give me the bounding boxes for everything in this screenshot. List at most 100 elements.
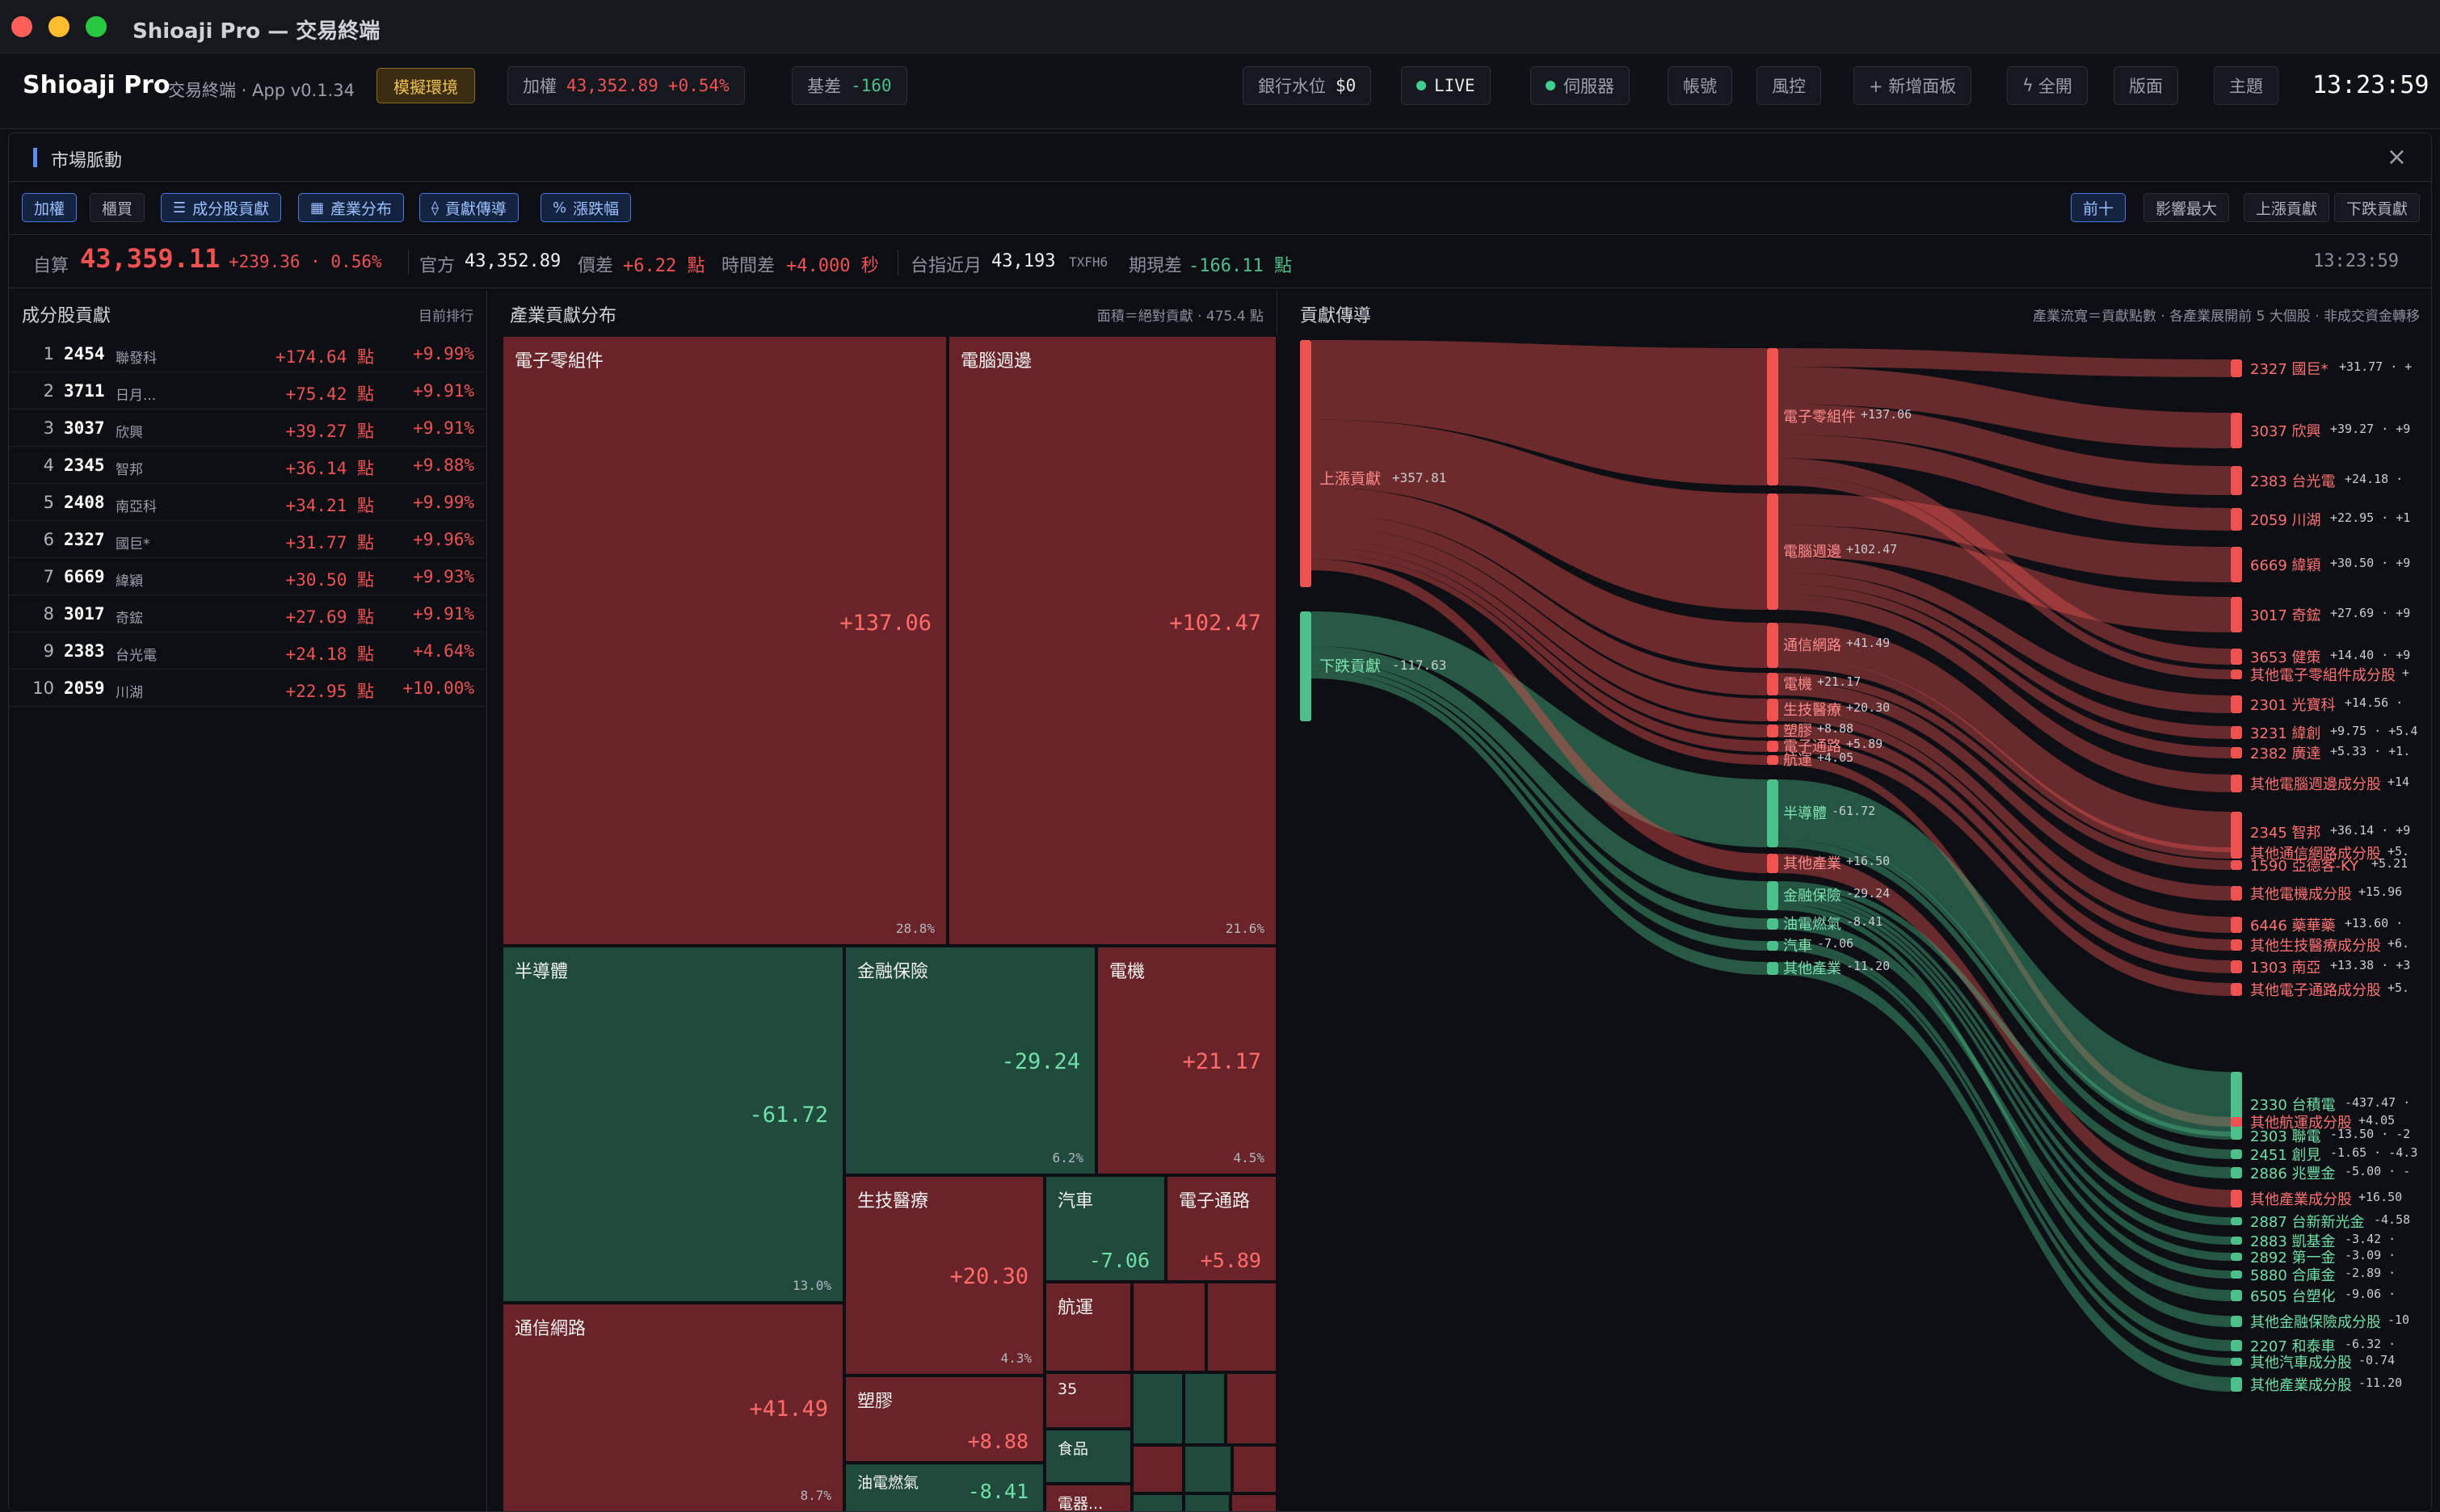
treemap-tile[interactable]: 食品 [1045,1429,1132,1484]
flow-stock-node[interactable] [2231,886,2242,901]
treemap-tile-small[interactable] [1132,1445,1184,1493]
add-panel-button[interactable]: + 新增面板 [1853,66,1972,105]
treemap-tile[interactable]: 塑膠 +8.88 [844,1376,1045,1463]
flow-industry-node[interactable] [1767,348,1778,485]
treemap-tile[interactable]: 金融保險 -29.24 6.2% [844,946,1096,1175]
flow-stock-node[interactable] [2231,1290,2242,1301]
flow-stock-node[interactable] [2231,359,2242,377]
flow-stock-node[interactable] [2231,1132,2242,1140]
treemap-tile-small[interactable] [1132,1282,1206,1372]
flow-stock-node[interactable] [2231,1358,2242,1366]
layout-button[interactable]: 版面 [2114,66,2178,105]
treemap-tile[interactable]: 通信網路 +41.49 8.7% [502,1303,844,1511]
treemap-tile[interactable]: 半導體 -61.72 13.0% [502,946,844,1303]
flow-stock-node[interactable] [2231,960,2242,973]
flow-stock-node[interactable] [2231,508,2242,531]
constituent-row[interactable]: 7 6669 緯穎 +30.50 點 +9.93% [9,558,487,595]
treemap-tile-small[interactable] [1232,1445,1277,1493]
flow-stock-node[interactable] [2231,726,2242,739]
treemap-tile[interactable]: 油電燃氣 -8.41 [844,1463,1045,1511]
flow-stock-node[interactable] [2231,547,2242,582]
constituent-row[interactable]: 9 2383 台光電 +24.18 點 +4.64% [9,632,487,670]
flow-stock-node[interactable] [2231,1316,2242,1327]
flow-stock-node[interactable] [2231,1190,2242,1208]
flow-stock-node[interactable] [2231,1377,2242,1392]
flow-industry-node[interactable] [1767,881,1778,910]
rank-down[interactable]: 下跌貢獻 [2334,193,2421,222]
treemap-tile[interactable]: 電子零組件 +137.06 28.8% [502,335,948,946]
treemap-tile-small[interactable] [1184,1372,1226,1445]
flow-industry-node[interactable] [1767,962,1778,975]
treemap-tile[interactable]: 電機 +21.17 4.5% [1096,946,1277,1175]
constituent-row[interactable]: 10 2059 川湖 +22.95 點 +10.00% [9,670,487,707]
flow-stock-node[interactable] [2231,847,2242,859]
treemap-tile[interactable]: 電器... [1045,1484,1132,1511]
constituent-row[interactable]: 8 3017 奇鋐 +27.69 點 +9.91% [9,595,487,632]
flow-stock-node[interactable] [2231,939,2242,951]
flow-industry-node[interactable] [1767,623,1778,668]
risk-button[interactable]: 風控 [1756,66,1821,105]
constituent-row[interactable]: 6 2327 國巨* +31.77 點 +9.96% [9,521,487,558]
tab-flow[interactable]: ⟠ 貢獻傳導 [419,193,519,222]
flow-stock-node[interactable] [2231,747,2242,758]
flow-industry-node[interactable] [1767,494,1778,610]
flow-industry-node[interactable] [1767,699,1778,721]
constituent-row[interactable]: 1 2454 聯發科 +174.64 點 +9.99% [9,335,487,372]
flow-industry-node[interactable] [1767,941,1778,951]
treemap-tile[interactable]: 電子通路 +5.89 [1166,1175,1277,1282]
all-open-button[interactable]: ϟ 全開 [2007,66,2088,105]
treemap-tile[interactable]: 35 [1045,1372,1132,1429]
zoom-window-button[interactable] [86,16,107,37]
tab-taiex[interactable]: 加權 [22,193,78,222]
treemap-tile-small[interactable] [1206,1282,1277,1372]
panel-close-icon[interactable]: × [2387,143,2407,171]
flow-root-node[interactable] [1300,611,1311,721]
flow-stock-node[interactable] [2231,1253,2242,1261]
treemap-tile-small[interactable] [1132,1493,1184,1511]
flow-stock-node[interactable] [2231,1217,2242,1225]
constituent-row[interactable]: 3 3037 欣興 +39.27 點 +9.91% [9,410,487,447]
treemap-tile-small[interactable] [1132,1372,1184,1445]
flow-stock-node[interactable] [2231,695,2242,713]
close-window-button[interactable] [11,16,32,37]
flow-stock-node[interactable] [2231,597,2242,632]
treemap-tile[interactable]: 生技醫療 +20.30 4.3% [844,1175,1045,1376]
flow-industry-node[interactable] [1767,673,1778,695]
treemap-tile[interactable]: 電腦週邊 +102.47 21.6% [948,335,1277,946]
flow-stock-node[interactable] [2231,670,2242,679]
treemap-tile[interactable]: 航運 [1045,1282,1132,1372]
treemap-tile-small[interactable] [1226,1372,1277,1445]
flow-industry-node[interactable] [1767,854,1778,873]
flow-stock-node[interactable] [2231,1237,2242,1245]
flow-stock-node[interactable] [2231,466,2242,495]
constituent-row[interactable]: 5 2408 南亞科 +34.21 點 +9.99% [9,484,487,521]
tab-otc[interactable]: 櫃買 [90,193,145,222]
tab-constituents[interactable]: ☰ 成分股貢獻 [161,193,282,222]
tab-change[interactable]: % 漲跌幅 [541,193,632,222]
flow-stock-node[interactable] [2231,1167,2242,1178]
tab-industry[interactable]: ▦ 產業分布 [298,193,405,222]
flow-stock-node[interactable] [2231,775,2242,792]
live-status[interactable]: LIVE [1401,66,1491,105]
flow-stock-node[interactable] [2231,917,2242,933]
account-button[interactable]: 帳號 [1668,66,1732,105]
constituent-row[interactable]: 4 2345 智邦 +36.14 點 +9.88% [9,447,487,484]
flow-root-node[interactable] [1300,340,1311,587]
server-button[interactable]: 伺服器 [1530,66,1630,105]
flow-industry-node[interactable] [1767,741,1778,752]
flow-stock-node[interactable] [2231,1340,2242,1351]
treemap-tile-small[interactable] [1184,1493,1231,1511]
flow-stock-node[interactable] [2231,1117,2242,1127]
flow-stock-node[interactable] [2231,1149,2242,1159]
flow-stock-node[interactable] [2231,649,2242,665]
flow-stock-node[interactable] [2231,812,2242,852]
flow-stock-node[interactable] [2231,413,2242,448]
flow-industry-node[interactable] [1767,724,1778,737]
treemap-tile-small[interactable] [1184,1445,1232,1493]
theme-button[interactable]: 主題 [2214,66,2278,105]
flow-stock-node[interactable] [2231,983,2242,996]
flow-industry-node[interactable] [1767,918,1778,930]
flow-stock-node[interactable] [2231,860,2242,870]
flow-industry-node[interactable] [1767,755,1778,765]
minimize-window-button[interactable] [48,16,69,37]
